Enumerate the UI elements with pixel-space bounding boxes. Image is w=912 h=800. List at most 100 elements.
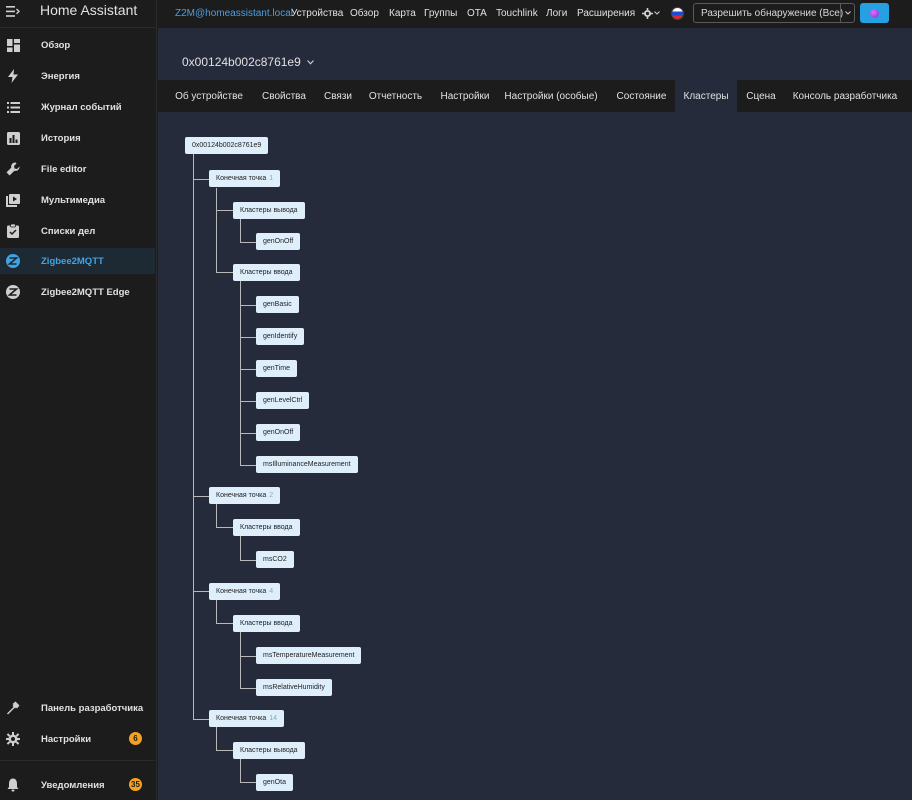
tree-connector (240, 401, 256, 402)
sidebar-item-logbook[interactable]: Журнал событий (0, 94, 155, 120)
menu-toggle-icon[interactable] (4, 3, 22, 19)
tree-connector (216, 600, 217, 623)
nav-link-groups[interactable]: Группы (424, 8, 457, 19)
nav-link-extensions[interactable]: Расширения (577, 8, 635, 19)
theme-toggle-button[interactable] (860, 3, 889, 23)
device-selector[interactable]: 0x00124b002c8761e9 (182, 55, 314, 69)
node-label: genOnOff (263, 238, 294, 245)
sidebar-divider (0, 760, 155, 761)
sidebar-item-file-editor[interactable]: File editor (0, 156, 155, 182)
endpoint-id: 2 (269, 492, 274, 499)
lightning-icon (5, 68, 21, 84)
sidebar-item-overview[interactable]: Обзор (0, 32, 155, 58)
tree-endpoint-node[interactable]: Конечная точка 1 (209, 170, 281, 187)
node-label: genIdentify (263, 333, 298, 340)
tree-cluster-node[interactable]: msIlluminanceMeasurement (256, 456, 358, 473)
tree-cluster-node[interactable]: msTemperatureMeasurement (256, 647, 362, 664)
tree-endpoint-node[interactable]: Конечная точка 2 (209, 487, 281, 504)
tab-scene[interactable]: Сцена (741, 80, 781, 112)
tree-connector (216, 188, 217, 273)
tree-connector (240, 305, 256, 306)
tree-connector (240, 632, 241, 688)
tree-connector (240, 369, 256, 370)
nav-link-ota[interactable]: OTA (467, 8, 487, 19)
tree-connector (240, 242, 256, 243)
tree-connector (240, 560, 256, 561)
tree-cluster-node[interactable]: genBasic (256, 296, 299, 313)
settings-menu-icon[interactable] (642, 7, 662, 19)
tree-group-node[interactable]: Кластеры вывода (233, 202, 305, 219)
sidebar-item-settings[interactable]: Настройки 6 (0, 726, 155, 752)
sidebar-item-media[interactable]: Мультимедиа (0, 187, 155, 213)
tree-connector (240, 536, 241, 560)
tab-state[interactable]: Состояние (610, 80, 673, 112)
app-title: Home Assistant (40, 2, 138, 18)
nav-link-logs[interactable]: Логи (546, 8, 567, 19)
node-label: Конечная точка (216, 175, 267, 182)
nav-link-dashboard[interactable]: Обзор (350, 8, 379, 19)
tree-cluster-node[interactable]: genLevelCtrl (256, 392, 310, 409)
node-label: msTemperatureMeasurement (263, 652, 355, 659)
tree-connector (240, 782, 256, 783)
tree-cluster-node[interactable]: genTime (256, 360, 297, 377)
tree-endpoint-node[interactable]: Конечная точка 4 (209, 583, 281, 600)
sidebar: Home Assistant Обзор Энергия Журнал собы… (0, 0, 157, 800)
tree-cluster-node[interactable]: genOta (256, 774, 293, 791)
tab-exposes[interactable]: Свойства (254, 80, 314, 112)
tree-cluster-node[interactable]: genOnOff (256, 424, 301, 441)
sidebar-item-notifications[interactable]: Уведомления 35 (0, 772, 155, 798)
tab-about[interactable]: Об устройстве (171, 80, 247, 112)
sidebar-item-zigbee2mqtt-edge[interactable]: Zigbee2MQTT Edge (0, 279, 155, 305)
node-label: Кластеры ввода (240, 524, 293, 531)
tree-connector (216, 750, 233, 751)
sidebar-item-label: Zigbee2MQTT (41, 255, 104, 267)
tab-reporting[interactable]: Отчетность (363, 80, 428, 112)
tree-cluster-node[interactable]: msRelativeHumidity (256, 679, 332, 696)
permit-join-select[interactable]: Разрешить обнаружение (Все) (693, 3, 855, 23)
tree-cluster-node[interactable]: genOnOff (256, 233, 301, 250)
sidebar-item-zigbee2mqtt[interactable]: Zigbee2MQTT (0, 248, 155, 274)
sidebar-item-developer-tools[interactable]: Панель разработчика (0, 695, 155, 721)
tree-group-node[interactable]: Кластеры ввода (233, 519, 300, 536)
tree-connector (240, 688, 256, 689)
tree-group-node[interactable]: Кластеры ввода (233, 615, 300, 632)
node-label: genLevelCtrl (263, 397, 303, 404)
sidebar-item-energy[interactable]: Энергия (0, 63, 155, 89)
node-label: genTime (263, 365, 290, 372)
nav-link-touchlink[interactable]: Touchlink (496, 8, 538, 19)
tab-clusters[interactable]: Кластеры (675, 80, 737, 112)
nav-link-map[interactable]: Карта (389, 8, 416, 19)
device-name: 0x00124b002c8761e9 (182, 55, 301, 69)
tree-endpoint-node[interactable]: Конечная точка 14 (209, 710, 285, 727)
nav-user-link[interactable]: Z2M@homeassistant.local (175, 8, 293, 19)
chevron-down-icon[interactable] (840, 4, 854, 22)
tree-connector (216, 727, 217, 750)
tree-root-node[interactable]: 0x00124b002c8761e9 (185, 137, 269, 154)
node-label: genBasic (263, 301, 292, 308)
language-flag-icon[interactable] (671, 7, 684, 20)
permit-join-label: Разрешить обнаружение (Все) (701, 8, 844, 19)
tab-bind[interactable]: Связи (318, 80, 358, 112)
tab-dev-console[interactable]: Консоль разработчика (788, 80, 902, 112)
sidebar-item-label: Уведомления (41, 779, 105, 791)
tab-settings[interactable]: Настройки (434, 80, 496, 112)
sidebar-item-label: Энергия (41, 70, 80, 82)
tree-group-node[interactable]: Кластеры ввода (233, 264, 300, 281)
sidebar-item-label: Zigbee2MQTT Edge (41, 286, 130, 298)
sidebar-item-history[interactable]: История (0, 125, 155, 151)
sidebar-item-todo[interactable]: Списки дел (0, 218, 155, 244)
tab-settings-specific[interactable]: Настройки (особые) (501, 80, 601, 112)
tree-connector (216, 527, 233, 528)
node-label: genOnOff (263, 429, 294, 436)
sidebar-item-label: История (41, 132, 81, 144)
tree-cluster-node[interactable]: msCO2 (256, 551, 294, 568)
sidebar-item-label: Обзор (41, 39, 71, 51)
sidebar-header: Home Assistant (0, 0, 157, 28)
nav-link-devices[interactable]: Устройства (291, 8, 343, 19)
gear-icon (5, 731, 21, 747)
tree-group-node[interactable]: Кластеры вывода (233, 742, 305, 759)
tree-connector (193, 591, 209, 592)
tree-connector (240, 656, 256, 657)
node-label: Кластеры ввода (240, 269, 293, 276)
tree-cluster-node[interactable]: genIdentify (256, 328, 305, 345)
